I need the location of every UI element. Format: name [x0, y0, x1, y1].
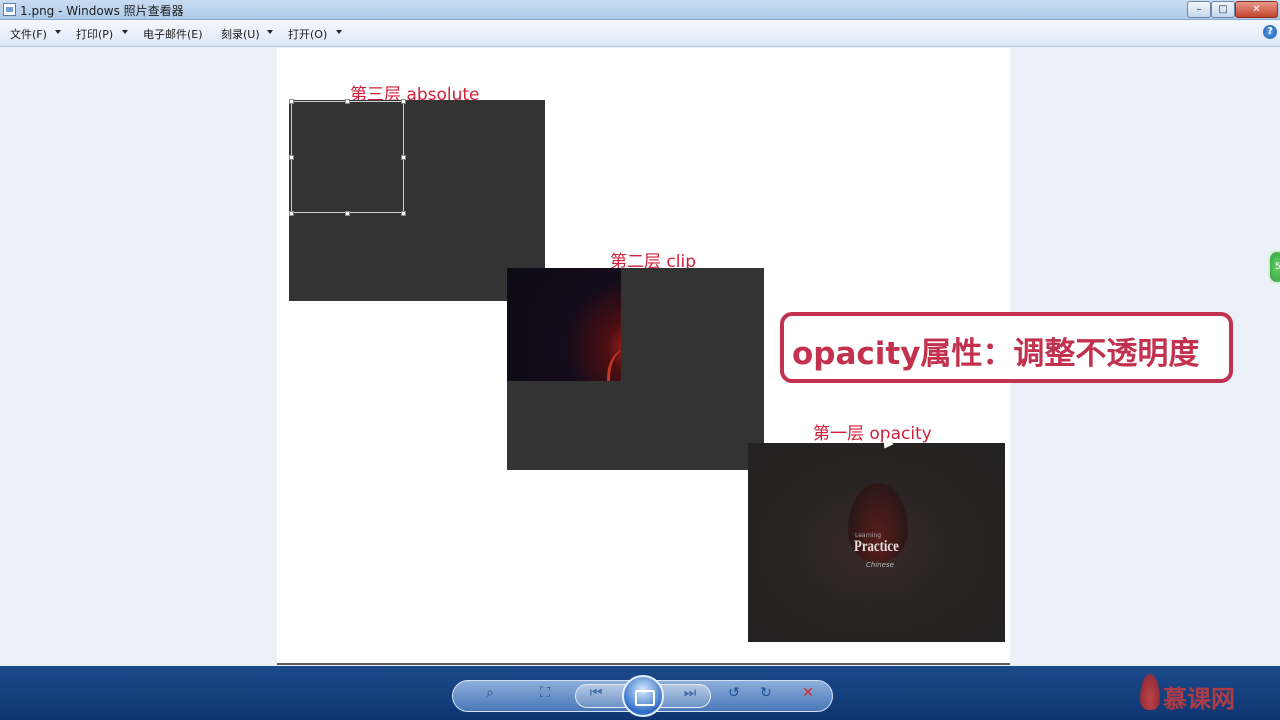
rotate-counterclockwise-icon[interactable]: ↺: [724, 685, 744, 701]
menu-open-dropdown-icon[interactable]: [336, 30, 342, 34]
selection-handle: [401, 99, 406, 104]
callout-text: opacity属性：调整不透明度: [792, 336, 1200, 372]
side-badge[interactable]: 5: [1268, 250, 1280, 284]
next-icon[interactable]: ⏭: [680, 685, 700, 701]
brand-logo: 慕课网: [1163, 685, 1235, 713]
selection-handle: [289, 211, 294, 216]
photo-title-text: Practice: [854, 538, 899, 555]
slideshow-button[interactable]: [622, 675, 664, 717]
menu-print-dropdown-icon[interactable]: [122, 30, 128, 34]
previous-icon[interactable]: ⏮: [586, 685, 606, 701]
menu-burn-dropdown-icon[interactable]: [267, 30, 273, 34]
close-button[interactable]: ✕: [1235, 1, 1278, 18]
selection-handle: [289, 155, 294, 160]
menu-open[interactable]: 打开(O): [288, 26, 327, 42]
zoom-icon[interactable]: ⌕: [480, 685, 500, 701]
menu-email[interactable]: 电子邮件(E): [143, 26, 203, 42]
layer2-clipped-photo: [507, 268, 621, 381]
rotate-clockwise-icon[interactable]: ↻: [756, 685, 776, 701]
menu-file[interactable]: 文件(F): [10, 26, 47, 42]
title-bar: 1.png - Windows 照片查看器 – □ ✕: [0, 0, 1280, 20]
menu-print[interactable]: 打印(P): [76, 26, 113, 42]
window-title: 1.png - Windows 照片查看器: [20, 4, 184, 18]
menu-bar: 文件(F) 打印(P) 电子邮件(E) 刻录(U) 打开(O): [0, 20, 1280, 47]
selection-box: [291, 101, 404, 213]
delete-icon[interactable]: ✕: [798, 685, 818, 701]
layer1-opacity-photo: Learning Practice Chinese: [748, 443, 1005, 642]
photo-viewer-app-icon: [3, 3, 16, 16]
actual-size-icon[interactable]: ⛶: [535, 685, 555, 701]
menu-file-dropdown-icon[interactable]: [55, 30, 61, 34]
selection-handle: [401, 211, 406, 216]
layer1-label: 第一层 opacity: [813, 424, 932, 444]
selection-handle: [401, 155, 406, 160]
help-icon[interactable]: ?: [1263, 25, 1277, 39]
annotation-callout: opacity属性：调整不透明度: [780, 312, 1233, 383]
selection-handle: [345, 211, 350, 216]
maximize-button[interactable]: □: [1211, 1, 1235, 18]
selection-handle: [289, 99, 294, 104]
photo-script-text: Chinese: [866, 561, 894, 569]
menu-burn[interactable]: 刻录(U): [221, 26, 260, 42]
selection-handle: [345, 99, 350, 104]
minimize-button[interactable]: –: [1187, 1, 1211, 18]
